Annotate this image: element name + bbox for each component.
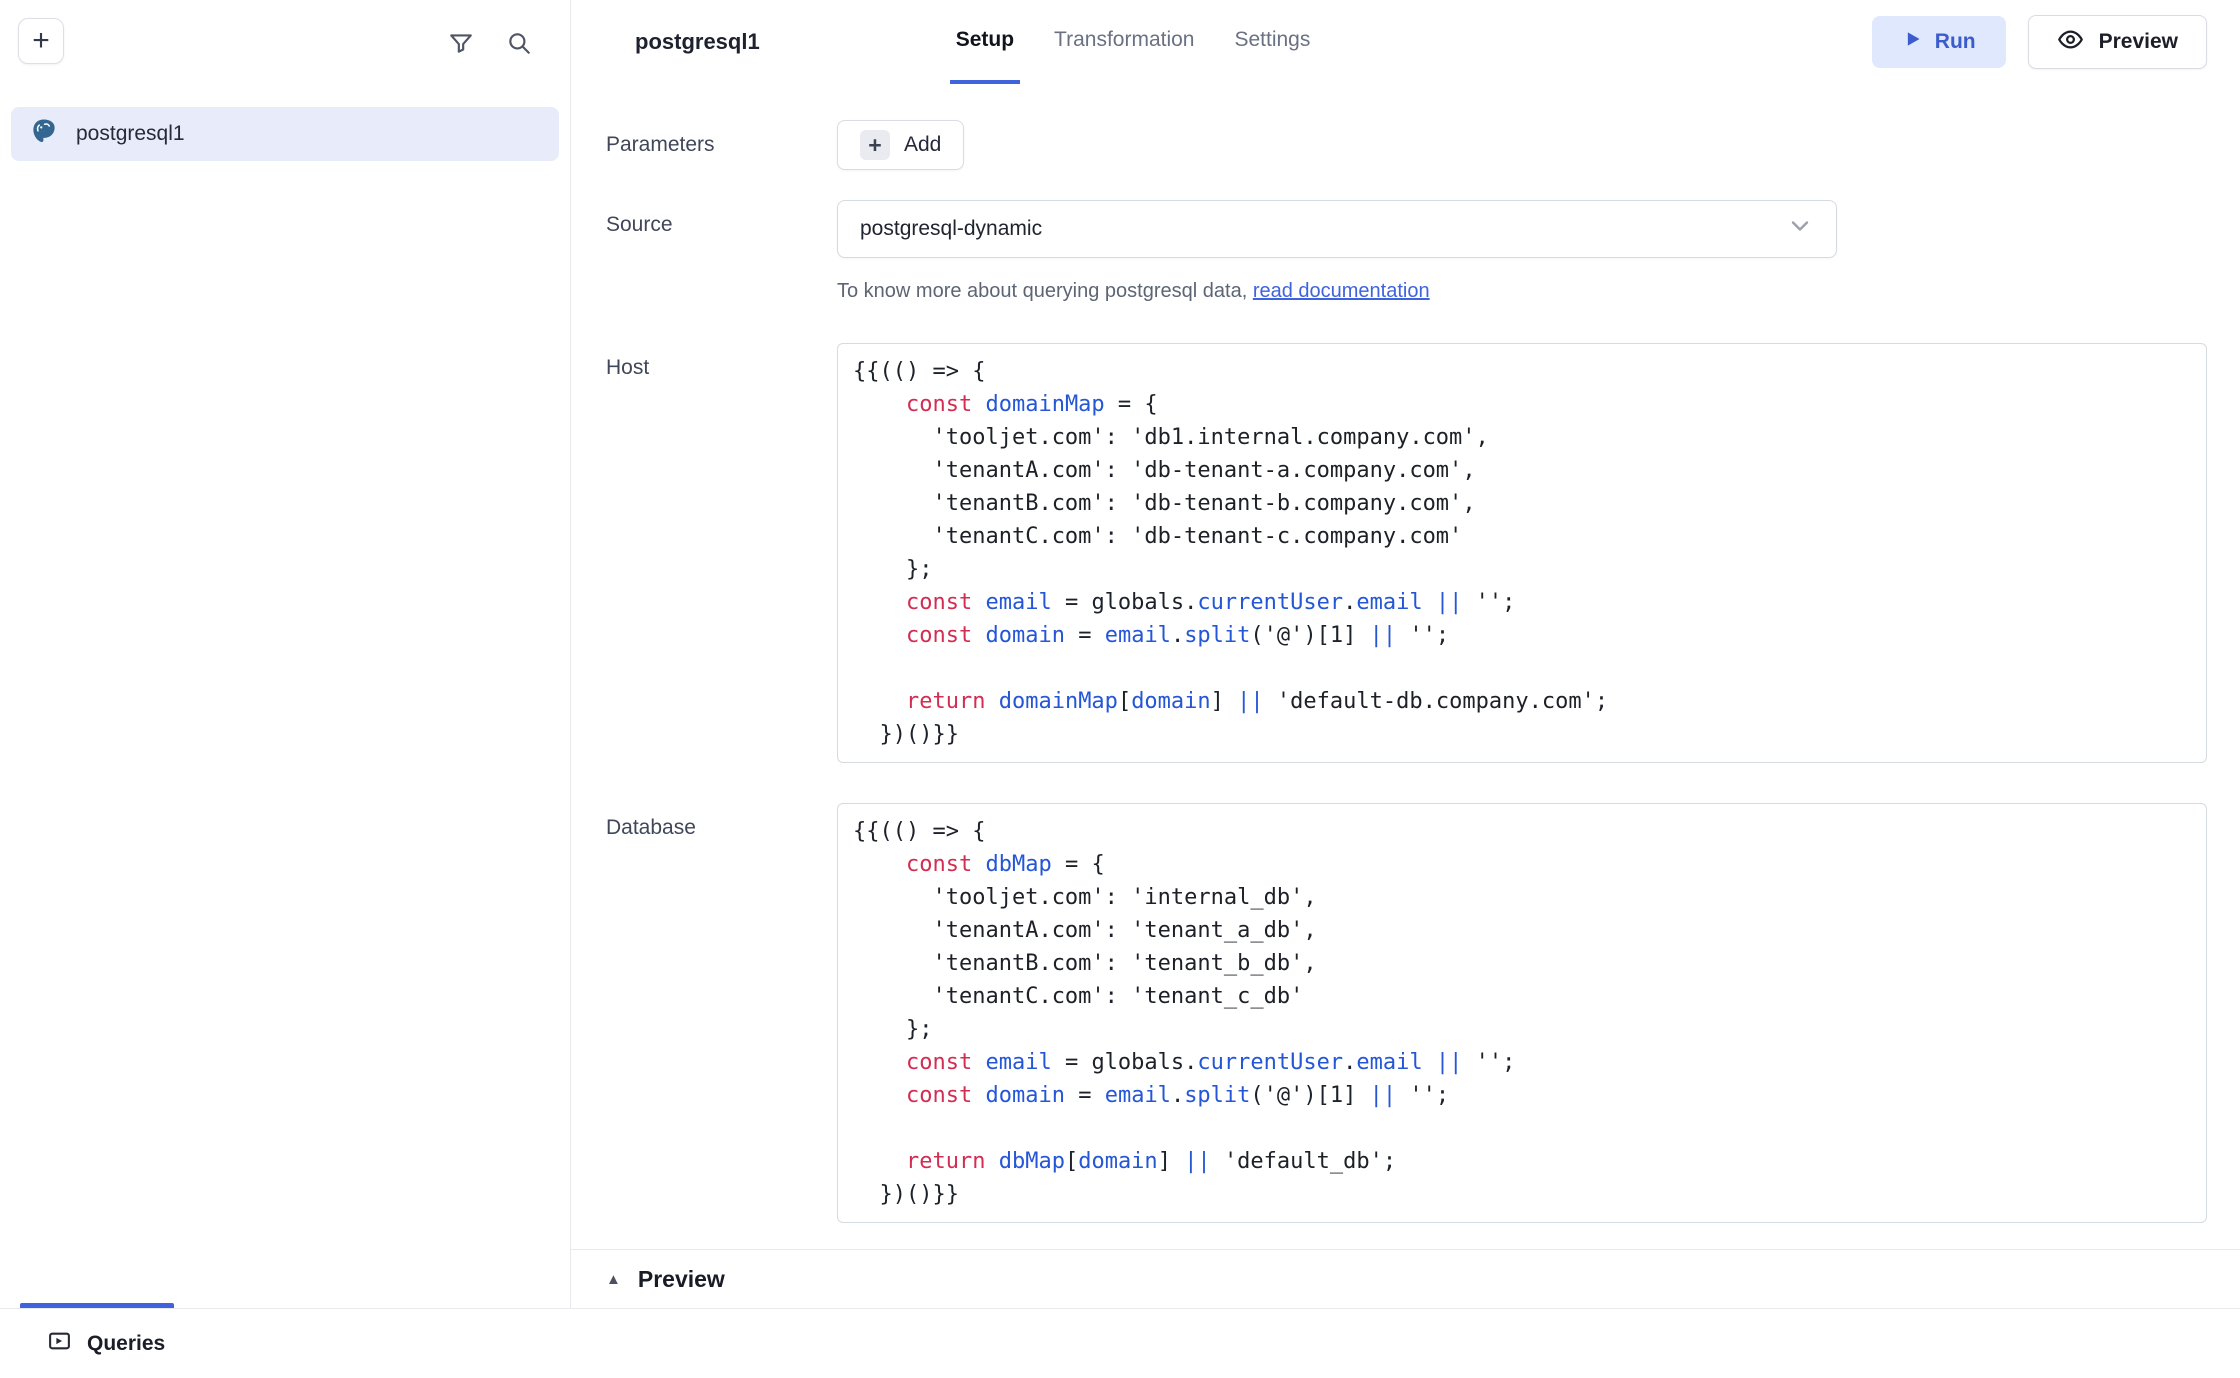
source-help-text: To know more about querying postgresql d… [837,280,2207,303]
tab-settings[interactable]: Settings [1228,0,1316,84]
query-title[interactable]: postgresql1 [635,29,760,55]
query-list-item-postgresql1[interactable]: postgresql1 [11,107,559,161]
preview-panel-title: Preview [638,1266,725,1293]
query-editor-main: postgresql1 Setup Transformation Setting… [571,0,2240,1308]
host-row: Host {{(() => { const domainMap = { 'too… [571,343,2240,763]
app-body: + [0,0,2240,1308]
parameters-row: Parameters + Add [571,120,2240,170]
triangle-up-icon: ▲ [606,1272,621,1287]
query-tabs: Setup Transformation Settings [950,0,1317,84]
preview-panel-toggle[interactable]: ▲ Preview [571,1250,2240,1308]
database-code-editor[interactable]: {{(() => { const dbMap = { 'tooljet.com'… [837,803,2207,1223]
database-row: Database {{(() => { const dbMap = { 'too… [571,803,2240,1223]
query-list: postgresql1 [0,107,570,161]
sidebar-toolbar-icons [448,30,532,56]
filter-icon[interactable] [448,30,474,56]
query-sidebar: + [0,0,571,1308]
add-query-button[interactable]: + [18,18,64,64]
header-actions: Run Preview [1872,0,2207,84]
tab-transformation[interactable]: Transformation [1048,0,1200,84]
add-parameter-button[interactable]: + Add [837,120,964,170]
tab-setup[interactable]: Setup [950,0,1020,84]
query-item-label: postgresql1 [76,122,185,146]
queries-tab-label: Queries [87,1332,165,1356]
query-editor-page: + [0,0,2240,1378]
bottom-bar: Queries [0,1308,2240,1378]
chevron-down-icon [1786,212,1814,246]
play-icon [1902,29,1922,55]
preview-button-label: Preview [2099,30,2178,54]
source-select-value: postgresql-dynamic [860,217,1042,241]
setup-form: Parameters + Add Source postgresql-dynam… [571,84,2240,1308]
query-panel-icon [47,1329,72,1359]
source-help-prefix: To know more about querying postgresql d… [837,280,1253,302]
sidebar-toolbar: + [0,0,570,64]
host-code-editor[interactable]: {{(() => { const domainMap = { 'tooljet.… [837,343,2207,763]
plus-icon: + [860,130,890,160]
parameters-label: Parameters [606,120,837,170]
read-documentation-link[interactable]: read documentation [1253,280,1430,302]
eye-icon [2057,26,2084,59]
query-editor-header: postgresql1 Setup Transformation Setting… [571,0,2240,84]
source-select[interactable]: postgresql-dynamic [837,200,1837,258]
run-button[interactable]: Run [1872,16,2006,68]
add-parameter-label: Add [904,133,941,157]
source-label: Source [606,200,837,303]
host-label: Host [606,343,837,763]
source-row: Source postgresql-dynamic To know more a… [571,200,2240,303]
preview-button[interactable]: Preview [2028,15,2207,69]
queries-tab[interactable]: Queries [47,1329,165,1359]
database-label: Database [606,803,837,1223]
postgresql-elephant-icon [29,117,59,152]
run-button-label: Run [1935,30,1976,54]
search-icon[interactable] [506,30,532,56]
